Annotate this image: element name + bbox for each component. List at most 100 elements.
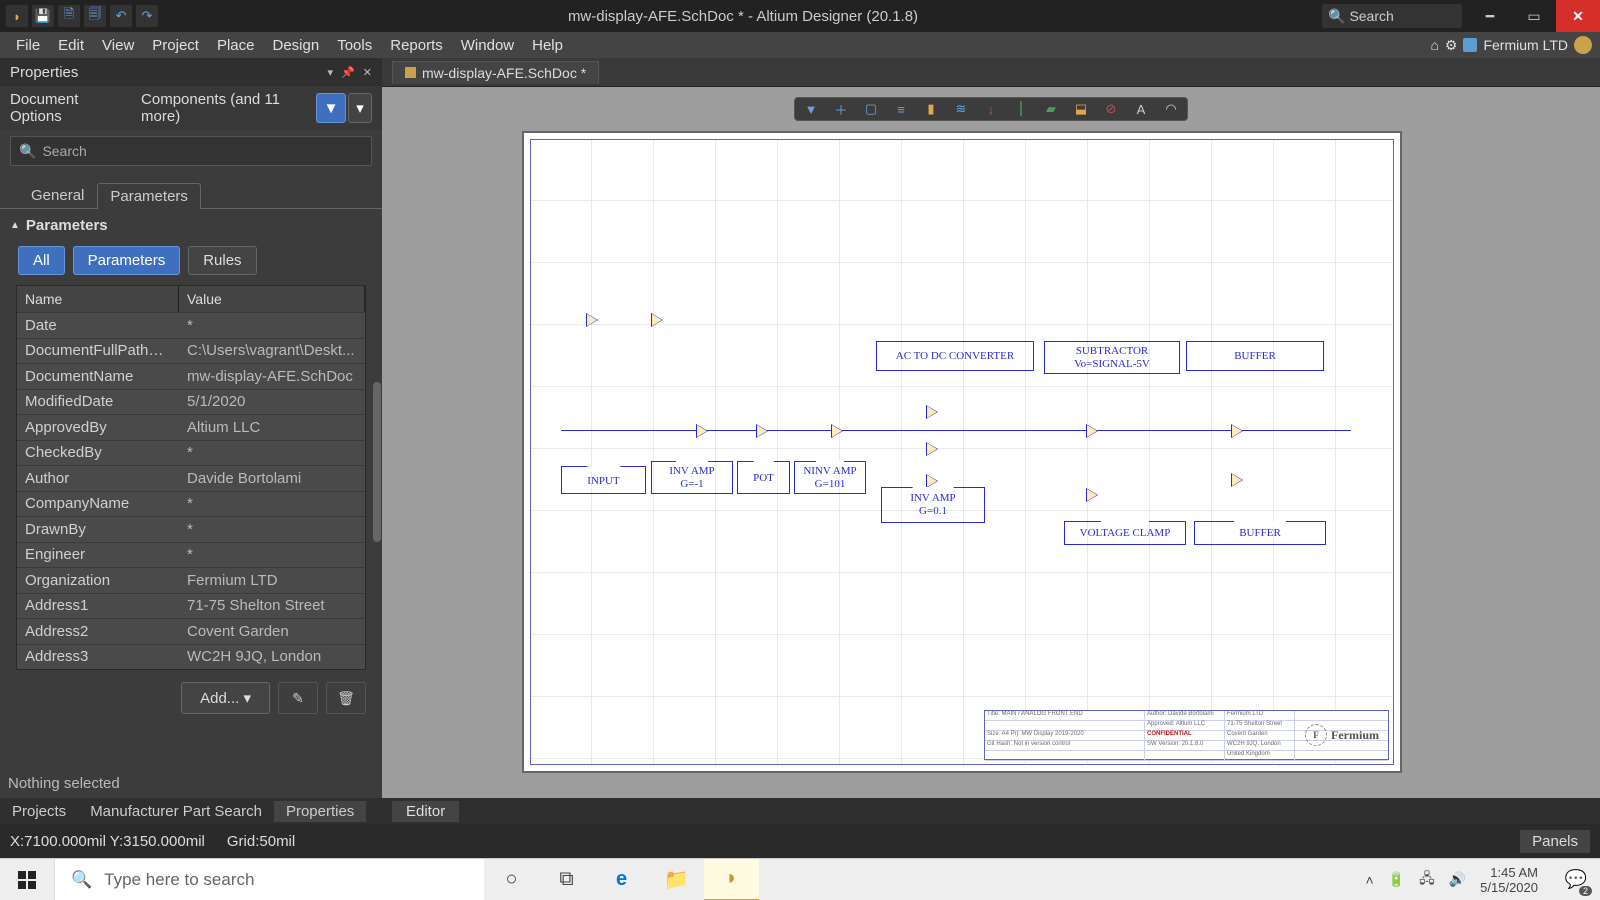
redo-icon[interactable]: ↷ xyxy=(136,5,158,27)
parameters-table: Name Value Date*DocumentFullPathAndN...C… xyxy=(16,285,366,670)
chip-parameters[interactable]: Parameters xyxy=(73,246,181,275)
tab-parameters[interactable]: Parameters xyxy=(97,183,201,209)
menu-reports[interactable]: Reports xyxy=(382,35,451,56)
undo-icon[interactable]: ↶ xyxy=(110,5,132,27)
tray-network-icon[interactable]: 🖧 xyxy=(1419,868,1435,892)
table-row[interactable]: DocumentFullPathAndN...C:\Users\vagrant\… xyxy=(17,338,365,364)
edit-icon-button[interactable]: ✎ xyxy=(278,682,318,714)
menu-project[interactable]: Project xyxy=(144,35,207,56)
table-row[interactable]: OrganizationFermium LTD xyxy=(17,567,365,593)
altium-task-icon[interactable]: ◗ xyxy=(704,859,759,900)
toolbar-waves-icon[interactable]: ≋ xyxy=(951,100,971,118)
table-row[interactable]: ApprovedByAltium LLC xyxy=(17,414,365,440)
minimize-button[interactable]: ━ xyxy=(1468,0,1512,32)
file-explorer-icon[interactable]: 📁 xyxy=(649,859,704,900)
panels-button[interactable]: Panels xyxy=(1520,830,1590,853)
col-value[interactable]: Value xyxy=(179,286,365,312)
toolbar-port-icon[interactable]: ▰ xyxy=(1041,100,1061,118)
table-row[interactable]: Address171-75 Shelton Street xyxy=(17,593,365,619)
document-tab[interactable]: mw-display-AFE.SchDoc * xyxy=(392,61,599,84)
save-copy-icon[interactable]: 🗐 xyxy=(84,5,106,27)
save-all-icon[interactable]: 🗎 xyxy=(58,5,80,27)
taskbar-search-input[interactable]: 🔍 Type here to search xyxy=(54,859,484,900)
table-row[interactable]: Address2Covent Garden xyxy=(17,618,365,644)
col-name[interactable]: Name xyxy=(17,286,179,312)
menu-place[interactable]: Place xyxy=(209,35,263,56)
title-block: Title: MAIN / ANALOG FRONT END Author: D… xyxy=(984,710,1389,760)
tab-mfr-search[interactable]: Manufacturer Part Search xyxy=(78,801,274,822)
section-parameters-header[interactable]: ▲ Parameters xyxy=(0,209,382,240)
tab-properties[interactable]: Properties xyxy=(274,801,366,822)
search-placeholder: Search xyxy=(1349,8,1393,24)
menu-help[interactable]: Help xyxy=(524,35,571,56)
cloud-icon[interactable] xyxy=(1463,38,1477,52)
param-name: Date xyxy=(17,314,179,337)
cortana-icon[interactable]: ○ xyxy=(484,859,539,900)
panel-close-icon[interactable]: ✕ xyxy=(363,66,372,79)
param-name: DrawnBy xyxy=(17,518,179,541)
tab-general[interactable]: General xyxy=(18,182,97,208)
tray-chevron-icon[interactable]: ˄ xyxy=(1365,872,1373,888)
panel-pin-icon[interactable]: 📌 xyxy=(341,66,355,79)
table-row[interactable]: ModifiedDate5/1/2020 xyxy=(17,389,365,415)
chip-all[interactable]: All xyxy=(18,246,65,275)
param-value: * xyxy=(179,518,365,541)
save-icon[interactable]: 💾 xyxy=(32,5,54,27)
toolbar-plus-icon[interactable]: ＋ xyxy=(831,100,851,118)
tray-clock[interactable]: 1:45 AM 5/15/2020 xyxy=(1480,865,1544,895)
table-row[interactable]: CheckedBy* xyxy=(17,440,365,466)
menu-design[interactable]: Design xyxy=(265,35,328,56)
chip-rules[interactable]: Rules xyxy=(188,246,256,275)
param-name: CheckedBy xyxy=(17,441,179,464)
table-row[interactable]: Date* xyxy=(17,312,365,338)
param-value: 5/1/2020 xyxy=(179,390,365,413)
editor-tab[interactable]: Editor xyxy=(392,801,459,822)
menu-file[interactable]: File xyxy=(8,35,48,56)
tray-battery-icon[interactable]: 🔋 xyxy=(1388,871,1405,888)
panel-menu-icon[interactable]: ▾ xyxy=(328,66,334,79)
global-search-input[interactable]: 🔍 Search xyxy=(1322,4,1462,28)
schematic-canvas[interactable]: ▼ ＋ ▢ ≡ ▮ ≋ ↓ ⎮ ▰ ⬓ ⊘ A ◠ xyxy=(382,86,1600,798)
table-row[interactable]: AuthorDavide Bortolami xyxy=(17,465,365,491)
param-name: DocumentFullPathAndN... xyxy=(17,339,179,362)
toolbar-arrow-icon[interactable]: ↓ xyxy=(981,100,1001,118)
add-button[interactable]: Add... ▾ xyxy=(181,682,270,714)
table-row[interactable]: Engineer* xyxy=(17,542,365,568)
gear-icon[interactable]: ⚙ xyxy=(1445,37,1458,54)
menu-window[interactable]: Window xyxy=(453,35,522,56)
panel-search-input[interactable]: 🔍 Search xyxy=(10,136,372,166)
maximize-button[interactable]: ▭ xyxy=(1512,0,1556,32)
table-row[interactable]: Address3WC2H 9JQ, London xyxy=(17,644,365,670)
table-row[interactable]: DrawnBy* xyxy=(17,516,365,542)
toolbar-arc-icon[interactable]: ◠ xyxy=(1161,100,1181,118)
edge-icon[interactable]: e xyxy=(594,859,649,900)
taskbar-search-placeholder: Type here to search xyxy=(104,870,254,890)
altium-app-icon[interactable]: ◗ xyxy=(6,5,28,27)
tab-projects[interactable]: Projects xyxy=(0,801,78,822)
table-row[interactable]: DocumentNamemw-display-AFE.SchDoc xyxy=(17,363,365,389)
toolbar-text-icon[interactable]: A xyxy=(1131,100,1151,118)
table-row[interactable]: CompanyName* xyxy=(17,491,365,517)
toolbar-netlabel-icon[interactable]: ⬓ xyxy=(1071,100,1091,118)
delete-icon-button[interactable]: 🗑 xyxy=(326,682,366,714)
toolbar-filter-icon[interactable]: ▼ xyxy=(801,100,821,118)
toolbar-bar-icon[interactable]: ⎮ xyxy=(1011,100,1031,118)
notifications-icon[interactable]: 💬2 xyxy=(1558,862,1594,898)
filter-dropdown-button[interactable]: ▾ xyxy=(348,93,372,123)
task-view-icon[interactable]: ⧉ xyxy=(539,859,594,900)
home-icon[interactable]: ⌂ xyxy=(1430,37,1438,53)
user-avatar-icon[interactable] xyxy=(1574,36,1592,54)
block-ninv-l1: NINV AMP xyxy=(795,465,865,477)
start-button[interactable] xyxy=(0,859,54,900)
toolbar-noerc-icon[interactable]: ⊘ xyxy=(1101,100,1121,118)
close-button[interactable]: ✕ xyxy=(1556,0,1600,32)
menu-view[interactable]: View xyxy=(94,35,142,56)
menu-tools[interactable]: Tools xyxy=(329,35,380,56)
tray-volume-icon[interactable]: 🔊 xyxy=(1449,871,1466,888)
toolbar-square-icon[interactable]: ▢ xyxy=(861,100,881,118)
filter-funnel-button[interactable]: ▼ xyxy=(316,93,346,123)
toolbar-align-icon[interactable]: ≡ xyxy=(891,100,911,118)
toolbar-power-icon[interactable]: ▮ xyxy=(921,100,941,118)
scrollbar[interactable] xyxy=(373,382,381,542)
menu-edit[interactable]: Edit xyxy=(50,35,92,56)
